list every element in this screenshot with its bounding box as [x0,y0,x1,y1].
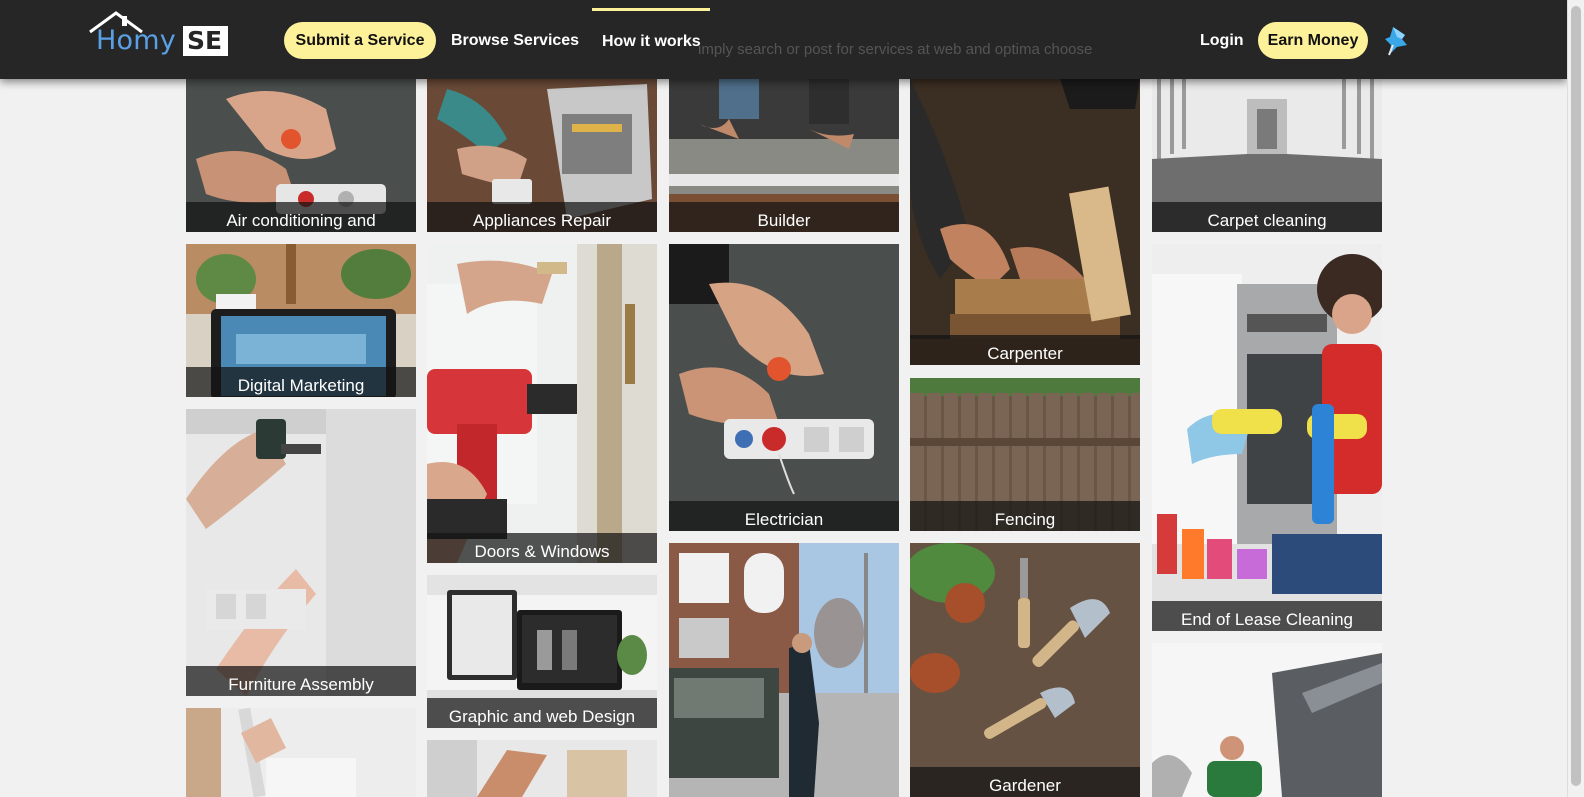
logo-secondary-text: SE [183,26,229,56]
service-label: Builder [669,202,899,232]
carpenter-sawing-image [910,79,1140,365]
vacuum-cleaner-image [186,708,416,797]
garden-tools-image [910,543,1140,797]
service-tile-furniture-assembly[interactable]: Furniture Assembly [186,409,416,696]
service-label: Carpenter [910,335,1140,365]
service-tile-electrician[interactable]: Electrician [669,244,899,531]
active-tab-indicator [592,8,710,11]
service-tile-doors-windows[interactable]: Doors & Windows [427,244,657,563]
power-socket-image [669,244,899,531]
service-label: Air conditioning and [186,202,416,232]
service-tile-roof-worker[interactable] [1152,643,1382,797]
service-tile-hands-tools[interactable] [427,740,657,797]
service-tile-air-conditioning[interactable]: Air conditioning and [186,79,416,232]
service-tile-builder[interactable]: Builder [669,79,899,232]
service-label: Gardener [910,767,1140,797]
pushpin-icon[interactable] [1383,25,1413,57]
roof-worker-image [1152,643,1382,797]
service-label: End of Lease Cleaning [1152,601,1382,631]
service-tile-appliances-repair[interactable]: Appliances Repair [427,79,657,232]
service-tile-end-of-lease-cleaning[interactable]: End of Lease Cleaning [1152,244,1382,631]
street-truck-image [669,543,899,797]
service-tile-street-truck[interactable] [669,543,899,797]
browse-services-link[interactable]: Browse Services [451,31,579,51]
how-it-works-link[interactable]: How it works [602,32,701,52]
homyse-logo[interactable]: Homy SE [86,10,229,60]
service-tile-digital-marketing[interactable]: Digital Marketing [186,244,416,397]
service-label: Doors & Windows [427,533,657,563]
service-label: Digital Marketing [186,367,416,397]
service-label: Furniture Assembly [186,666,416,696]
service-label: Fencing [910,501,1140,531]
login-link[interactable]: Login [1200,31,1244,51]
service-tile-gardener[interactable]: Gardener [910,543,1140,797]
behind-header-text: imply search or post for services at web… [698,41,1093,58]
drill-door-image [427,244,657,563]
service-label: Appliances Repair [427,202,657,232]
earn-money-button[interactable]: Earn Money [1258,22,1368,59]
service-tile-carpet-cleaning[interactable]: Carpet cleaning [1152,79,1382,232]
service-tile-carpenter[interactable]: Carpenter [910,79,1140,365]
logo-primary-text: Homy [96,25,176,56]
woman-cleaning-oven-image [1152,244,1382,631]
service-tile-graphic-web-design[interactable]: Graphic and web Design [427,575,657,728]
service-label: Carpet cleaning [1152,202,1382,232]
service-tile-vacuum[interactable] [186,708,416,797]
service-label: Graphic and web Design [427,698,657,728]
hands-tools-image [427,740,657,797]
page-scrollbar[interactable] [1567,0,1584,797]
service-label: Electrician [669,501,899,531]
service-tile-fencing[interactable]: Fencing [910,378,1140,531]
submit-service-button[interactable]: Submit a Service [284,22,436,59]
scrollbar-thumb[interactable] [1571,6,1581,786]
top-navigation: imply search or post for services at web… [0,0,1567,79]
screwdriver-cabinet-image [186,409,416,696]
